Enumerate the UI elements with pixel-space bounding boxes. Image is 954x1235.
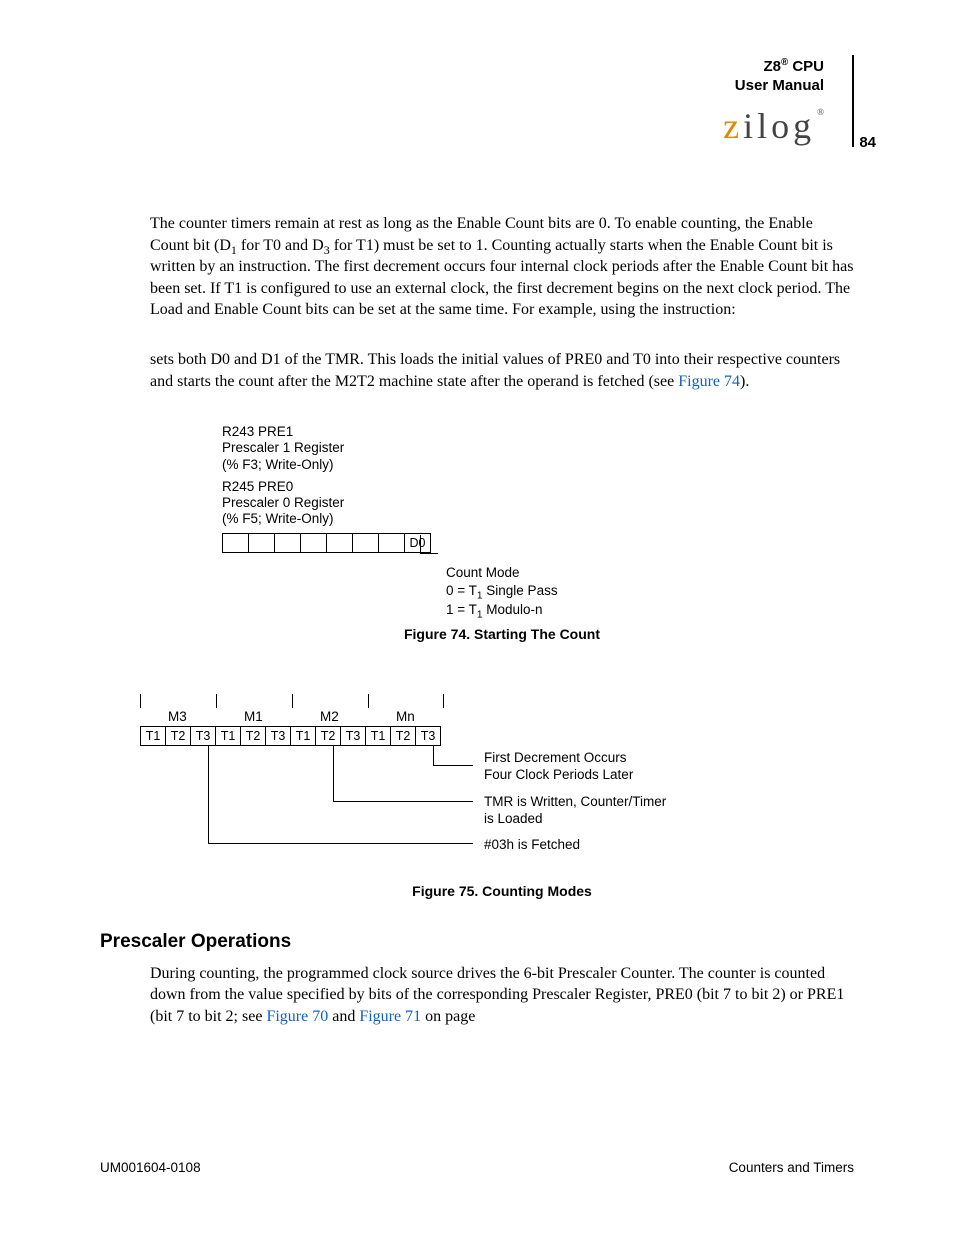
- note-tmr-written: TMR is Written, Counter/Timer is Loaded: [484, 794, 744, 828]
- figure-74-caption: Figure 74. Starting The Count: [150, 625, 854, 644]
- m-label: M3: [168, 708, 187, 726]
- paragraph-3: During counting, the programmed clock so…: [150, 963, 854, 1028]
- paragraph-1: The counter timers remain at rest as lon…: [150, 213, 854, 321]
- figure-74: R243 PRE1 Prescaler 1 Register (% F3; Wr…: [222, 424, 642, 553]
- count-mode-desc: Count Mode 0 = T1 Single Pass 1 = T1 Mod…: [446, 564, 558, 619]
- reg-pre1-desc: R243 PRE1 Prescaler 1 Register (% F3; Wr…: [222, 424, 642, 473]
- chapter-name: Counters and Timers: [729, 1159, 854, 1177]
- figure-75-caption: Figure 75. Counting Modes: [150, 882, 854, 901]
- manual-subtitle: User Manual: [723, 77, 824, 96]
- paragraph-2: sets both D0 and D1 of the TMR. This loa…: [150, 349, 854, 392]
- figure-75: M3 M1 M2 Mn T1 T2 T3 T1 T2 T3 T1 T2 T3 T…: [140, 694, 854, 864]
- m-label: M1: [244, 708, 263, 726]
- section-heading-prescaler: Prescaler Operations: [100, 929, 854, 955]
- figure-70-link[interactable]: Figure 70: [266, 1008, 328, 1025]
- note-first-decrement: First Decrement Occurs Four Clock Period…: [484, 750, 744, 784]
- doc-number: UM001604-0108: [100, 1159, 201, 1177]
- figure-74-link[interactable]: Figure 74: [678, 373, 740, 390]
- m-label: M2: [320, 708, 339, 726]
- note-fetched: #03h is Fetched: [484, 837, 744, 854]
- figure-71-link[interactable]: Figure 71: [359, 1008, 421, 1025]
- page-number: 84: [859, 134, 876, 153]
- product-title: Z8® CPU: [723, 57, 824, 77]
- timing-diagram: M3 M1 M2 Mn T1 T2 T3 T1 T2 T3 T1 T2 T3 T…: [140, 694, 452, 746]
- zilog-logo: zilog®: [723, 108, 824, 144]
- reg-pre0-desc: R245 PRE0 Prescaler 0 Register (% F5; Wr…: [222, 479, 642, 528]
- page-footer: UM001604-0108 Counters and Timers: [100, 1159, 854, 1177]
- m-label: Mn: [396, 708, 415, 726]
- page-header: Z8® CPU User Manual zilog® 84: [723, 55, 854, 147]
- body-content: The counter timers remain at rest as lon…: [150, 213, 854, 1027]
